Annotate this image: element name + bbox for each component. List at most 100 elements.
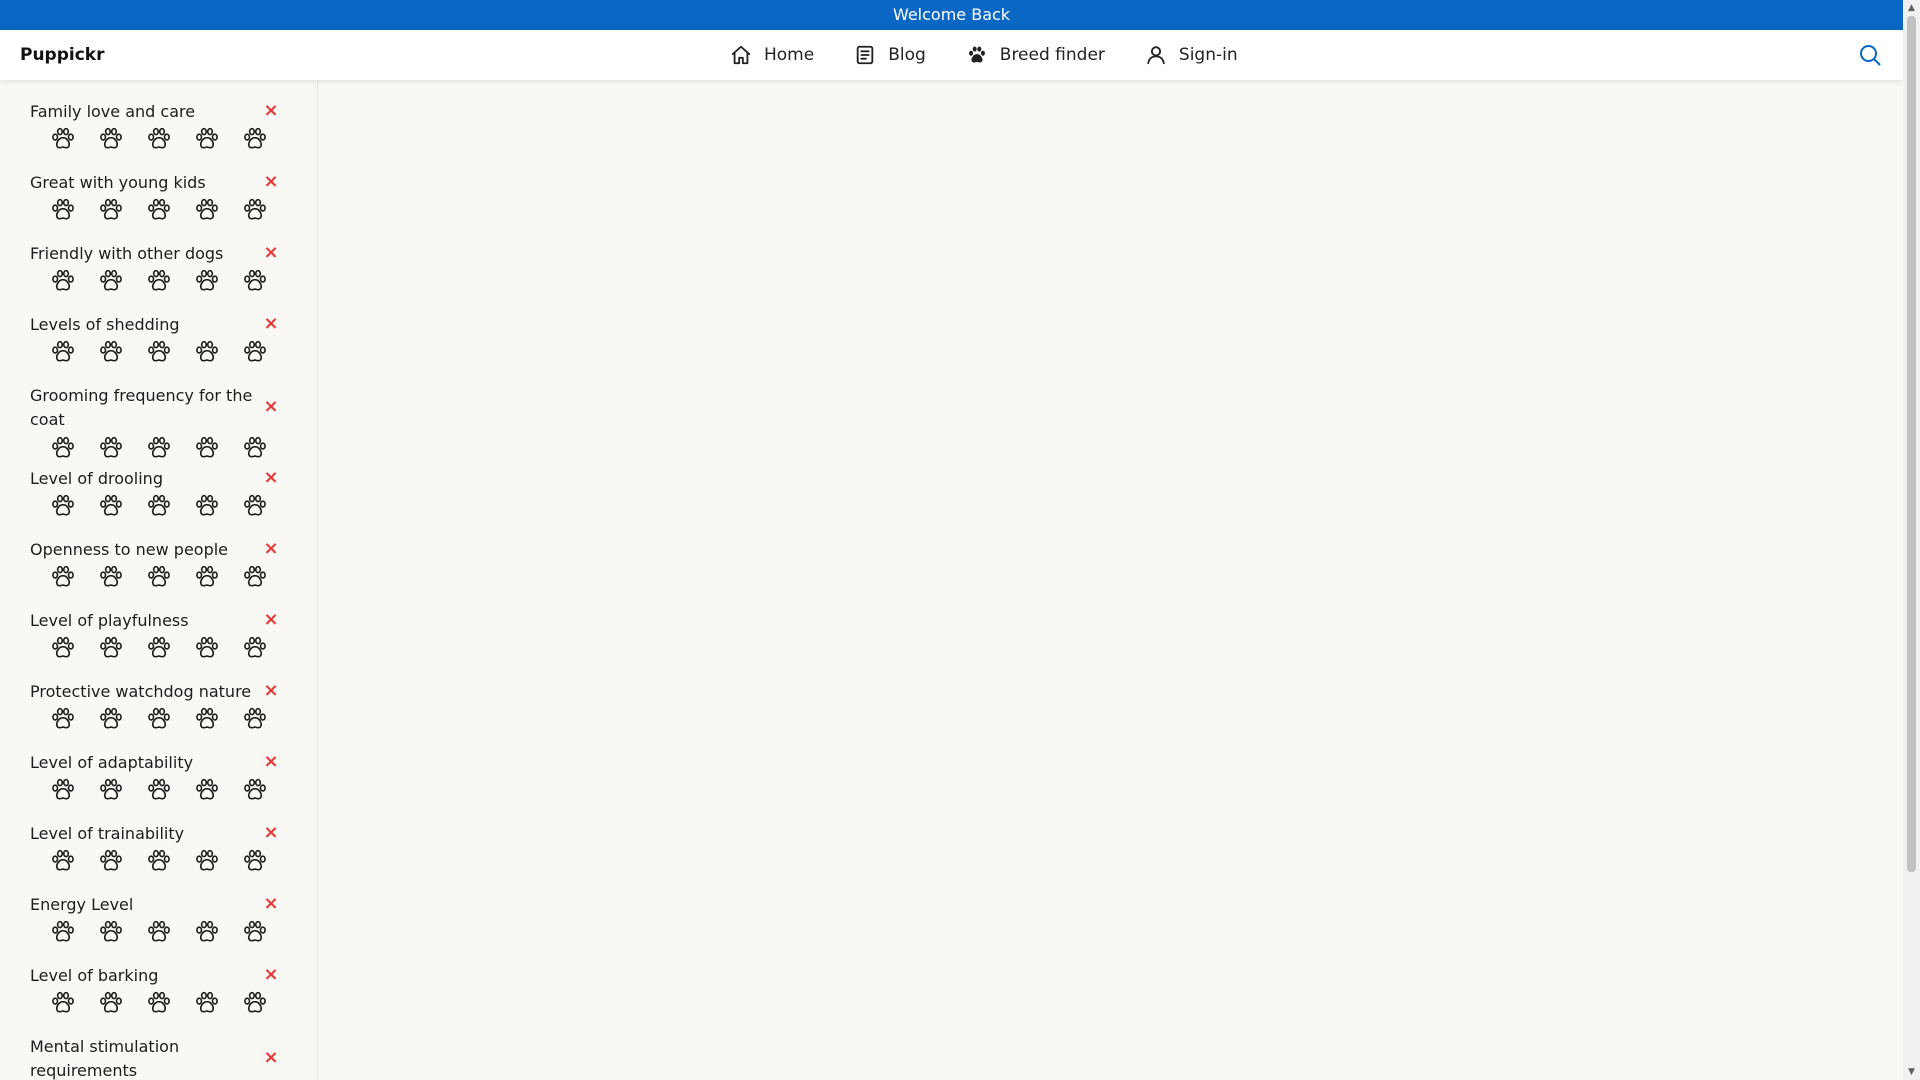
paw-rating-icon[interactable] — [50, 635, 76, 661]
remove-filter-button[interactable]: × — [262, 824, 280, 842]
filter-label: Family love and care — [30, 102, 196, 121]
paw-rating — [50, 848, 268, 874]
paw-rating-icon[interactable] — [194, 706, 220, 732]
remove-filter-button[interactable]: × — [262, 1049, 280, 1067]
paw-rating-icon[interactable] — [146, 635, 172, 661]
paw-rating-icon[interactable] — [242, 919, 268, 945]
paw-rating-icon[interactable] — [98, 197, 124, 223]
paw-rating-icon[interactable] — [98, 777, 124, 803]
paw-rating-icon[interactable] — [98, 268, 124, 294]
filter-label: Friendly with other dogs — [30, 244, 224, 263]
paw-rating-icon[interactable] — [146, 919, 172, 945]
paw-rating — [50, 990, 268, 1016]
paw-rating-icon[interactable] — [242, 635, 268, 661]
remove-filter-button[interactable]: × — [262, 682, 280, 700]
paw-rating-icon[interactable] — [146, 564, 172, 590]
paw-rating-icon[interactable] — [98, 564, 124, 590]
paw-rating-icon[interactable] — [194, 268, 220, 294]
remove-filter-button[interactable]: × — [262, 469, 280, 487]
remove-filter-button[interactable]: × — [262, 966, 280, 984]
paw-rating-icon[interactable] — [194, 990, 220, 1016]
paw-rating-icon[interactable] — [146, 706, 172, 732]
paw-rating-icon[interactable] — [50, 777, 76, 803]
paw-rating-icon[interactable] — [146, 990, 172, 1016]
nav-sign-in-link[interactable]: Sign-in — [1145, 44, 1238, 66]
paw-rating-icon[interactable] — [194, 919, 220, 945]
paw-rating-icon[interactable] — [146, 268, 172, 294]
brand-logo[interactable]: Puppickr — [20, 30, 105, 80]
paw-rating-icon[interactable] — [50, 268, 76, 294]
paw-rating-icon[interactable] — [50, 435, 76, 461]
paw-rating-icon[interactable] — [242, 339, 268, 365]
paw-rating-icon[interactable] — [50, 197, 76, 223]
paw-rating-icon[interactable] — [194, 848, 220, 874]
paw-rating-icon[interactable] — [146, 848, 172, 874]
paw-rating-icon[interactable] — [50, 493, 76, 519]
paw-rating-icon[interactable] — [98, 635, 124, 661]
paw-rating-icon[interactable] — [50, 339, 76, 365]
filter-label: Protective watchdog nature — [30, 682, 252, 701]
nav-blog-link[interactable]: Blog — [854, 44, 926, 66]
filter-label: Level of drooling — [30, 469, 163, 488]
paw-rating-icon[interactable] — [146, 777, 172, 803]
paw-rating-icon[interactable] — [98, 990, 124, 1016]
paw-rating-icon[interactable] — [98, 493, 124, 519]
paw-rating-icon[interactable] — [98, 435, 124, 461]
paw-rating-icon[interactable] — [194, 197, 220, 223]
remove-filter-button[interactable]: × — [262, 315, 280, 333]
remove-filter-button[interactable]: × — [262, 244, 280, 262]
paw-rating-icon[interactable] — [194, 339, 220, 365]
paw-rating-icon[interactable] — [50, 564, 76, 590]
paw-rating-icon[interactable] — [242, 706, 268, 732]
paw-rating-icon[interactable] — [242, 990, 268, 1016]
paw-rating-icon[interactable] — [98, 706, 124, 732]
page-scrollbar[interactable]: ▲ ▼ — [1903, 0, 1920, 1080]
remove-filter-button[interactable]: × — [262, 753, 280, 771]
paw-rating-icon[interactable] — [242, 435, 268, 461]
remove-filter-button[interactable]: × — [262, 398, 280, 416]
scroll-up-arrow[interactable]: ▲ — [1903, 0, 1920, 16]
paw-rating-icon[interactable] — [194, 777, 220, 803]
paw-rating-icon[interactable] — [50, 126, 76, 152]
paw-rating-icon[interactable] — [98, 126, 124, 152]
paw-rating-icon[interactable] — [242, 564, 268, 590]
paw-rating-icon[interactable] — [194, 126, 220, 152]
scroll-down-arrow[interactable]: ▼ — [1903, 1064, 1920, 1080]
remove-filter-button[interactable]: × — [262, 895, 280, 913]
paw-rating-icon[interactable] — [194, 435, 220, 461]
paw-rating-icon[interactable] — [50, 706, 76, 732]
paw-rating-icon[interactable] — [146, 493, 172, 519]
paw-rating-icon[interactable] — [242, 848, 268, 874]
remove-filter-button[interactable]: × — [262, 540, 280, 558]
paw-rating-icon[interactable] — [146, 339, 172, 365]
paw-rating-icon[interactable] — [146, 126, 172, 152]
remove-filter-button[interactable]: × — [262, 102, 280, 120]
paw-rating-icon[interactable] — [146, 197, 172, 223]
nav-breed-finder-link[interactable]: Breed finder — [966, 44, 1105, 66]
paw-rating-icon[interactable] — [242, 493, 268, 519]
scroll-thumb[interactable] — [1907, 16, 1916, 872]
filter-label: Mental stimulation requirements — [30, 1037, 180, 1080]
welcome-banner: Welcome Back — [0, 0, 1903, 30]
paw-rating-icon[interactable] — [194, 635, 220, 661]
search-button[interactable] — [1858, 43, 1882, 67]
paw-rating-icon[interactable] — [50, 990, 76, 1016]
paw-rating-icon[interactable] — [50, 919, 76, 945]
paw-rating-icon[interactable] — [98, 848, 124, 874]
paw-rating-icon[interactable] — [50, 848, 76, 874]
nav-home-label: Home — [764, 45, 815, 65]
paw-rating-icon[interactable] — [146, 435, 172, 461]
paw-rating-icon[interactable] — [194, 564, 220, 590]
paw-rating-icon[interactable] — [242, 197, 268, 223]
paw-rating — [50, 635, 268, 661]
paw-rating-icon[interactable] — [242, 126, 268, 152]
nav-home-link[interactable]: Home — [730, 44, 814, 66]
filter-label: Openness to new people — [30, 540, 229, 559]
paw-rating-icon[interactable] — [98, 339, 124, 365]
paw-rating-icon[interactable] — [242, 268, 268, 294]
remove-filter-button[interactable]: × — [262, 611, 280, 629]
paw-rating-icon[interactable] — [242, 777, 268, 803]
remove-filter-button[interactable]: × — [262, 173, 280, 191]
paw-rating-icon[interactable] — [98, 919, 124, 945]
paw-rating-icon[interactable] — [194, 493, 220, 519]
